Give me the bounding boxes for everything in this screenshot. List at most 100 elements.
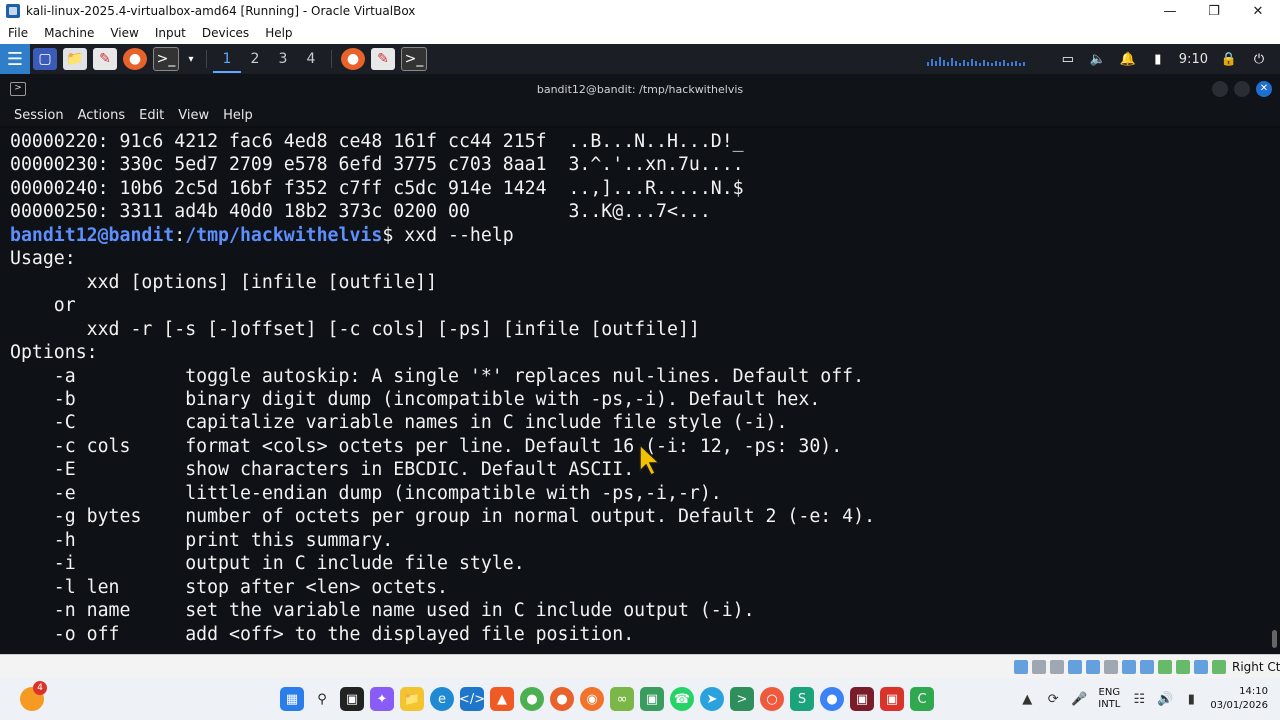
firefox-taskbar-icon[interactable]: ● (550, 687, 574, 711)
visual-studio-icon[interactable]: ∞ (610, 687, 634, 711)
file-manager-icon[interactable]: 📁 (63, 48, 87, 70)
terminal-task-icon[interactable]: >_ (401, 47, 427, 71)
editor-task-icon[interactable]: ✎ (371, 48, 395, 70)
minimize-button[interactable]: — (1148, 0, 1192, 22)
output-line: -E show characters in EBCDIC. Default AS… (10, 459, 635, 481)
speaker-icon[interactable]: 🔊 (1157, 691, 1173, 707)
terminal-minimize-button[interactable] (1212, 81, 1228, 97)
edge-icon[interactable]: e (430, 687, 454, 711)
record-app-icon[interactable]: ○ (760, 687, 784, 711)
notification-bell-icon[interactable]: 🔔 (1116, 48, 1140, 70)
mouse-cursor-icon (639, 443, 661, 477)
taskbar-time: 14:10 (1239, 686, 1268, 697)
terminal-maximize-button[interactable] (1234, 81, 1250, 97)
sync-icon[interactable]: ⟳ (1045, 691, 1061, 707)
terminal-menu-edit[interactable]: Edit (132, 108, 171, 123)
burp-icon[interactable]: ◉ (580, 687, 604, 711)
terminal-menu-actions[interactable]: Actions (71, 108, 133, 123)
search-icon[interactable]: ⚲ (310, 687, 334, 711)
terminal-menu-session[interactable]: Session (0, 108, 71, 123)
shell-app-icon[interactable]: > (730, 687, 754, 711)
optical-drive-icon[interactable] (1032, 660, 1046, 674)
lock-icon[interactable]: 🔒 (1217, 48, 1241, 70)
vbox-menu-file[interactable]: File (0, 26, 36, 40)
pdf-app-icon[interactable]: ▣ (880, 687, 904, 711)
chevron-up-icon[interactable]: ▲ (1019, 691, 1035, 707)
guest-additions-icon[interactable] (1212, 660, 1226, 674)
vbox-menu-input[interactable]: Input (147, 26, 194, 40)
hard-disk-icon[interactable] (1014, 660, 1028, 674)
file-explorer-icon[interactable]: 📁 (400, 687, 424, 711)
terminal-output-area[interactable]: 00000220: 91c6 4212 fac6 4ed8 ce48 161f … (0, 128, 1268, 654)
taskbar-clock[interactable]: 14:10 03/01/2026 (1210, 685, 1268, 713)
kali-top-panel: ☰ ▢ 📁 ✎ ● >_ ▾ 1 2 3 4 ● ✎ >_ ▭ 🔈 🔔 ▮ 9:… (0, 44, 1280, 74)
terminal-close-button[interactable]: ✕ (1256, 81, 1272, 97)
telegram-icon[interactable]: ➤ (700, 687, 724, 711)
shared-folders-icon[interactable] (1104, 660, 1118, 674)
chrome-icon[interactable]: ● (520, 687, 544, 711)
vbox-menu-help[interactable]: Help (257, 26, 300, 40)
language-indicator[interactable]: ENG INTL (1098, 687, 1120, 711)
close-button[interactable]: ✕ (1236, 0, 1280, 22)
terminal-launcher-icon[interactable]: >_ (153, 47, 179, 71)
battery-tray-icon[interactable]: ▮ (1183, 691, 1199, 707)
camtasia-icon[interactable]: C (910, 687, 934, 711)
text-editor-icon[interactable]: ✎ (93, 48, 117, 70)
wifi-icon[interactable]: ☷ (1131, 691, 1147, 707)
audio-icon[interactable] (1050, 660, 1064, 674)
mouse-integration-icon[interactable] (1176, 660, 1190, 674)
whatsapp-icon[interactable]: ☎ (670, 687, 694, 711)
kali-menu-icon[interactable]: ☰ (0, 44, 30, 74)
network-icon[interactable] (1068, 660, 1082, 674)
output-line: -h print this summary. (10, 529, 394, 551)
workspace-1[interactable]: 1 (213, 45, 241, 73)
panel-separator (331, 50, 332, 68)
workspace-3[interactable]: 3 (269, 51, 297, 67)
task-view-icon[interactable]: ▣ (340, 687, 364, 711)
virtualbox-taskbar-icon[interactable]: ▣ (850, 687, 874, 711)
hexdump-line: 00000240: 10b6 2c5d 16bf f352 c7ff c5dc … (10, 177, 744, 199)
terminal-menu-view[interactable]: View (171, 108, 216, 123)
vbox-menu-machine[interactable]: Machine (36, 26, 102, 40)
workspace-4[interactable]: 4 (297, 51, 325, 67)
output-line: Usage: (10, 248, 76, 270)
vbox-menu-devices[interactable]: Devices (194, 26, 257, 40)
brave-icon[interactable]: ▲ (490, 687, 514, 711)
keyboard-status-icon[interactable] (1194, 660, 1208, 674)
workspace-2[interactable]: 2 (241, 51, 269, 67)
cpu-status-icon[interactable] (1158, 660, 1172, 674)
hexdump-line: 00000230: 330c 5ed7 2709 e578 6efd 3775 … (10, 154, 744, 176)
battery-icon[interactable]: ▮ (1146, 48, 1170, 70)
usb-icon[interactable] (1086, 660, 1100, 674)
chrome-alt-icon[interactable]: ● (820, 687, 844, 711)
start-button-icon[interactable]: ▦ (280, 687, 304, 711)
virtual-machine-icon[interactable]: ▣ (640, 687, 664, 711)
chevron-down-icon[interactable]: ▾ (185, 48, 197, 70)
weather-badge: 4 (33, 681, 47, 695)
firefox-task-icon[interactable]: ● (341, 48, 365, 70)
panel-separator (206, 50, 207, 68)
vbox-menu-view[interactable]: View (102, 26, 146, 40)
scrollbar-thumb[interactable] (1272, 630, 1277, 648)
firefox-icon[interactable]: ● (123, 48, 147, 70)
display-status-icon[interactable] (1122, 660, 1136, 674)
copilot-icon[interactable]: ✦ (370, 687, 394, 711)
microphone-icon[interactable]: 🎤 (1071, 691, 1087, 707)
output-line: xxd [options] [infile [outfile]] (10, 271, 438, 293)
maximize-button[interactable]: ❐ (1192, 0, 1236, 22)
prompt-colon: : (174, 224, 186, 246)
panel-clock[interactable]: 9:10 (1173, 52, 1214, 67)
weather-widget-icon[interactable]: 4 (20, 681, 47, 711)
panel-tray: ▭ 🔈 🔔 ▮ 9:10 🔒 ⏻ (1053, 48, 1274, 70)
terminal-title-bar: > bandit12@bandit: /tmp/hackwithelvis ✕ (0, 74, 1280, 104)
output-line: -i output in C include file style. (10, 553, 525, 575)
show-desktop-icon[interactable]: ▢ (33, 48, 57, 70)
display-icon[interactable]: ▭ (1056, 48, 1080, 70)
vscode-icon[interactable]: </> (459, 687, 485, 711)
power-icon[interactable]: ⏻ (1247, 48, 1271, 70)
terminal-scrollbar[interactable] (1268, 128, 1280, 654)
terminal-menu-help[interactable]: Help (216, 108, 260, 123)
python-app-icon[interactable]: S (790, 687, 814, 711)
volume-icon[interactable]: 🔈 (1086, 48, 1110, 70)
recording-icon[interactable] (1140, 660, 1154, 674)
